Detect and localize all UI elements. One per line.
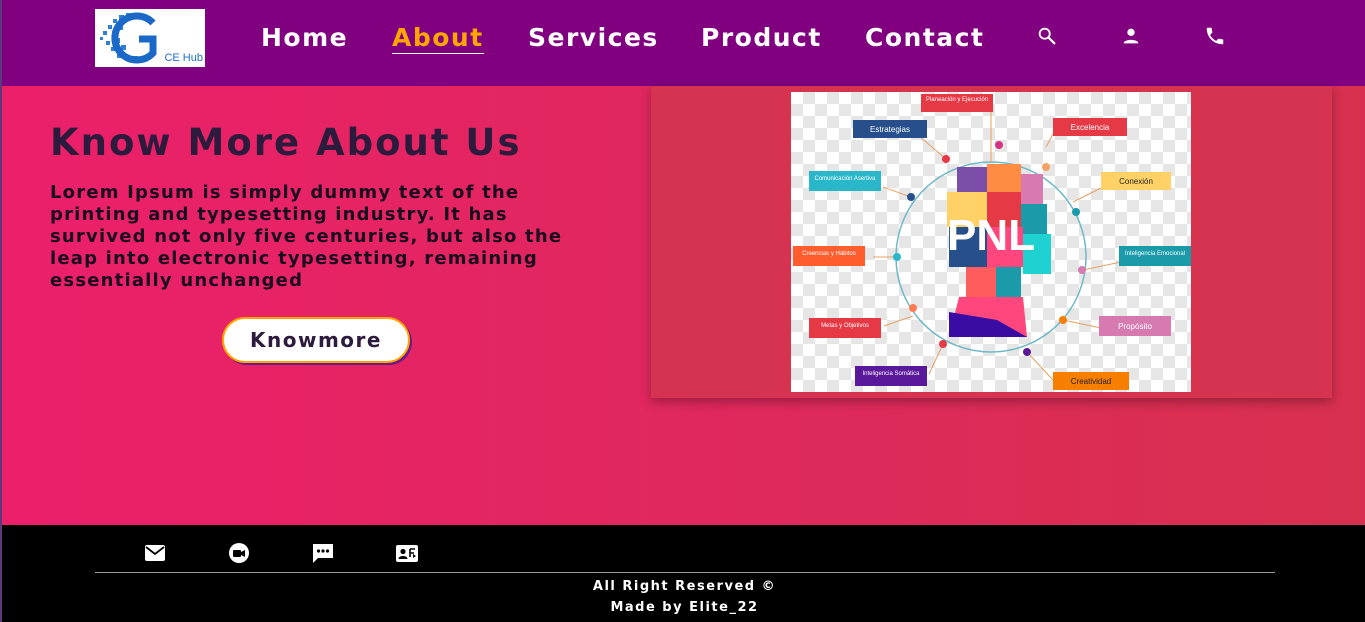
logo-text: CE Hub <box>164 52 203 64</box>
pnl-infographic: PNL Planeación y Ejecución Estrategias E… <box>791 92 1191 392</box>
logo[interactable]: CE Hub <box>95 9 205 67</box>
pnl-label-conexion: Conexión <box>1119 177 1153 186</box>
pnl-label-inteligencia-somatica: Inteligencia Somática <box>862 371 920 377</box>
contact-card-icon[interactable] <box>395 542 419 564</box>
nav-link-about[interactable]: About <box>392 22 484 54</box>
user-icon[interactable] <box>1120 25 1142 47</box>
pnl-label-creencias: Creencias y Hábitos <box>802 251 856 257</box>
navbar: CE Hub Home About Services Product Conta… <box>2 0 1365 86</box>
pnl-label-metas: Metas y Objetivos <box>821 323 869 329</box>
phone-icon[interactable] <box>1204 25 1226 47</box>
about-description: Lorem Ipsum is simply dummy text of the … <box>50 182 563 291</box>
page: CE Hub Home About Services Product Conta… <box>0 0 1365 622</box>
pnl-label-creatividad: Creatividad <box>1071 377 1111 386</box>
video-call-icon[interactable] <box>227 542 251 564</box>
nav-link-services[interactable]: Services <box>528 22 659 54</box>
search-icon[interactable] <box>1036 25 1058 47</box>
pnl-label-comunicacion: Comunicación Asertiva <box>814 176 876 182</box>
nav-link-contact[interactable]: Contact <box>865 22 984 54</box>
pnl-label-excelencia: Excelencia <box>1071 123 1110 132</box>
mail-icon[interactable] <box>143 542 167 564</box>
pnl-center-label: PNL <box>947 211 1035 260</box>
pnl-label-estrategias: Estrategias <box>870 125 910 134</box>
about-section: Know More About Us Lorem Ipsum is simply… <box>2 86 1365 525</box>
copyright-text: All Right Reserved © <box>592 579 777 594</box>
pnl-label-inteligencia-emocional: Inteligencia Emocional <box>1125 251 1185 257</box>
chat-icon[interactable] <box>311 542 335 564</box>
pnl-mindmap-graphic: PNL Planeación y Ejecución Estrategias E… <box>793 94 1191 390</box>
footer: All Right Reserved © Made by Elite_22 <box>2 525 1365 622</box>
nav-link-product[interactable]: Product <box>701 22 822 54</box>
pnl-label-planeacion: Planeación y Ejecución <box>926 97 988 103</box>
pnl-label-proposito: Propósito <box>1118 322 1152 331</box>
nav-link-home[interactable]: Home <box>261 22 348 54</box>
page-title: Know More About Us <box>50 121 522 164</box>
footer-divider <box>95 572 1275 573</box>
image-card: PNL Planeación y Ejecución Estrategias E… <box>651 86 1332 398</box>
knowmore-button[interactable]: Knowmore <box>222 317 410 363</box>
made-by-text: Made by Elite_22 <box>610 600 759 615</box>
